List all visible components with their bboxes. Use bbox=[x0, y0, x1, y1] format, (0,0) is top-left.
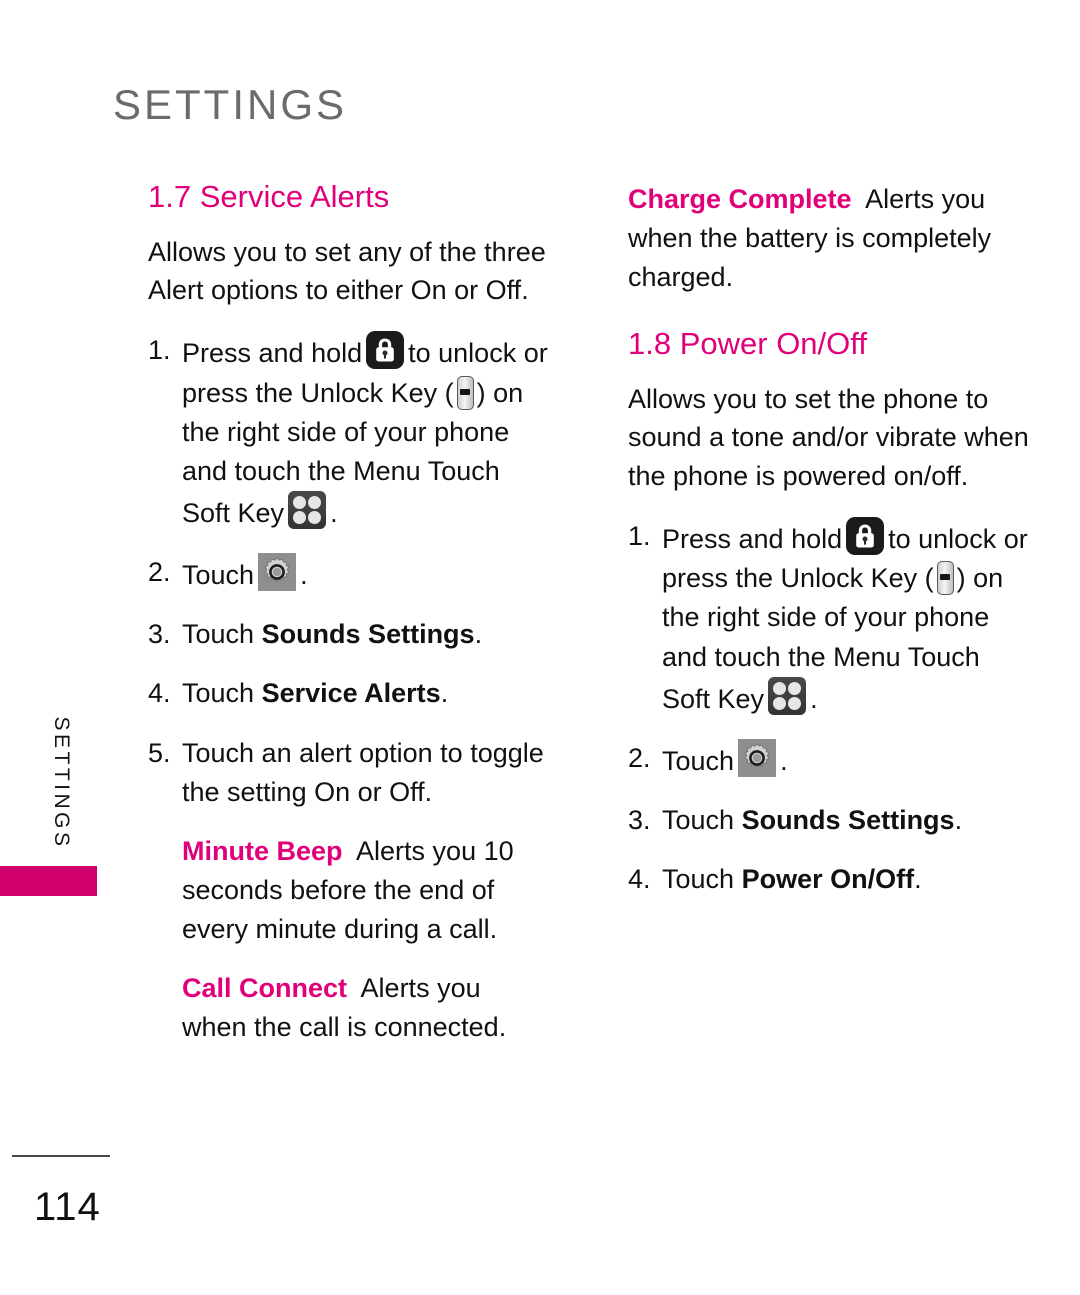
side-tab-label: SETTINGS bbox=[50, 716, 73, 850]
footer-divider bbox=[12, 1155, 110, 1157]
step-text-bold: Service Alerts bbox=[261, 678, 441, 709]
step-number: 4. bbox=[148, 678, 171, 709]
step-text: Touch Sounds Settings. bbox=[182, 615, 550, 654]
step-text: Touch an alert option to toggle the sett… bbox=[182, 737, 544, 807]
step-text-part4: . bbox=[330, 497, 338, 528]
section-title-power-on-off: 1.8 Power On/Off bbox=[628, 326, 867, 362]
step-text: Touch. bbox=[182, 553, 550, 595]
step-text-suffix: . bbox=[914, 864, 922, 895]
step-number: 3. bbox=[628, 804, 651, 835]
step-item: 2. Touch. bbox=[148, 553, 550, 595]
step-text-part4: . bbox=[810, 683, 818, 714]
step-text-part2: . bbox=[300, 560, 308, 591]
step-text-suffix: . bbox=[474, 619, 483, 650]
section-title-service-alerts: 1.7 Service Alerts bbox=[148, 179, 390, 214]
step-text-part2: . bbox=[780, 745, 788, 776]
unlock-side-key-icon bbox=[456, 375, 474, 410]
step-item: 3. Touch Sounds Settings. bbox=[148, 615, 550, 654]
left-column: 1.7 Service Alerts Allows you to set any… bbox=[148, 179, 550, 1067]
step-text: Touch Power On/Off. bbox=[662, 860, 1030, 899]
definition-item: Minute Beep Alerts you 10 seconds before… bbox=[148, 832, 550, 949]
step-text-prefix: Touch bbox=[182, 678, 262, 709]
definition-term: Charge Complete bbox=[628, 184, 852, 214]
step-text-suffix: . bbox=[440, 678, 449, 709]
step-number: 3. bbox=[148, 619, 171, 650]
step-number: 5. bbox=[148, 737, 171, 768]
step-text-bold: Sounds Settings bbox=[261, 619, 475, 650]
step-item: 5. Touch an alert option to toggle the s… bbox=[148, 734, 550, 812]
definition-item: Call Connect Alerts you when the call is… bbox=[148, 969, 550, 1047]
step-text-bold: Power On/Off bbox=[741, 864, 915, 895]
step-item: 1. Press and hold to unlock or press the … bbox=[628, 517, 1030, 719]
page-title: SETTINGS bbox=[113, 81, 348, 128]
step-text-part1: Press and hold bbox=[182, 338, 363, 369]
section-intro-service-alerts: Allows you to set any of the three Alert… bbox=[148, 236, 546, 306]
step-text: Touch Sounds Settings. bbox=[662, 801, 1030, 840]
right-column: Charge Complete Alerts you when the batt… bbox=[628, 180, 1030, 919]
step-text-part1: Touch bbox=[662, 745, 735, 776]
step-text: Press and hold to unlock or press the Unl… bbox=[662, 517, 1030, 719]
settings-gear-icon bbox=[738, 738, 777, 777]
step-number: 2. bbox=[148, 557, 171, 588]
page-number: 114 bbox=[34, 1185, 101, 1229]
settings-gear-icon bbox=[258, 553, 297, 592]
menu-touch-soft-key-icon bbox=[288, 490, 327, 529]
step-text: Touch. bbox=[662, 738, 1030, 781]
step-number: 2. bbox=[628, 742, 651, 773]
step-item: 2. Touch. bbox=[628, 738, 1030, 781]
padlock-icon bbox=[846, 517, 885, 556]
step-text-part1: Press and hold bbox=[662, 524, 843, 555]
step-item: 1. Press and hold to unlock or press the … bbox=[148, 331, 550, 533]
menu-touch-soft-key-icon bbox=[768, 676, 807, 715]
padlock-icon bbox=[366, 331, 405, 370]
side-accent-bar bbox=[0, 866, 97, 896]
step-text: Touch Service Alerts. bbox=[182, 674, 550, 713]
step-text-prefix: Touch bbox=[662, 804, 742, 835]
step-text: Press and hold to unlock or press the Unl… bbox=[182, 331, 550, 533]
step-text-bold: Sounds Settings bbox=[741, 804, 955, 835]
definition-term: Minute Beep bbox=[182, 835, 343, 866]
step-number: 1. bbox=[148, 335, 171, 366]
definition-term: Call Connect bbox=[182, 973, 348, 1004]
step-text-part1: Touch bbox=[182, 560, 255, 591]
step-text-prefix: Touch bbox=[182, 619, 262, 650]
side-tab-settings: SETTINGS bbox=[44, 708, 78, 858]
step-number: 1. bbox=[628, 521, 651, 552]
step-item: 4. Touch Power On/Off. bbox=[628, 860, 1030, 899]
step-item: 4. Touch Service Alerts. bbox=[148, 674, 550, 713]
section-intro-power-on-off: Allows you to set the phone to sound a t… bbox=[628, 384, 1029, 491]
unlock-side-key-icon bbox=[936, 561, 954, 596]
step-item: 3. Touch Sounds Settings. bbox=[628, 801, 1030, 840]
definition-item: Charge Complete Alerts you when the batt… bbox=[628, 180, 1030, 297]
step-number: 4. bbox=[628, 864, 651, 895]
step-text-prefix: Touch bbox=[662, 864, 742, 895]
step-text-suffix: . bbox=[954, 804, 963, 835]
